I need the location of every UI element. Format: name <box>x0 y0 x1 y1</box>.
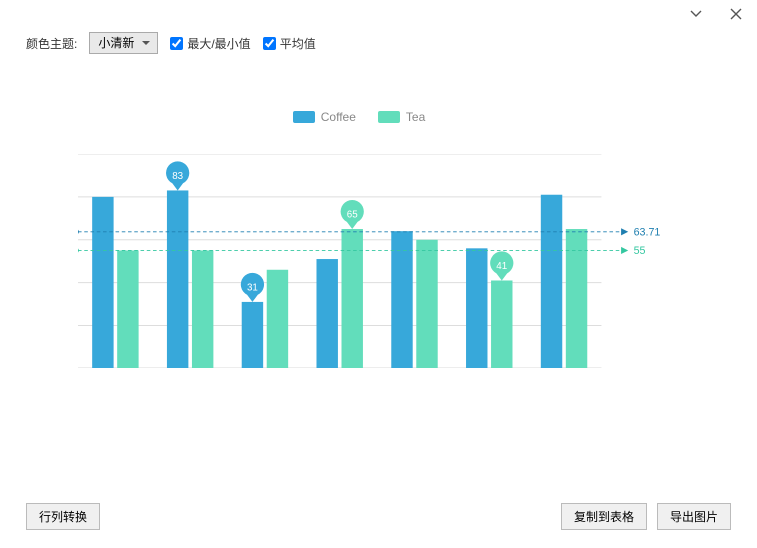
close-icon[interactable] <box>723 1 749 27</box>
chevron-down-icon[interactable] <box>683 1 709 27</box>
export-image-button[interactable]: 导出图片 <box>657 503 731 530</box>
chart-area: Coffee Tea 020406080100MonTueWedThuFriSa… <box>54 110 664 420</box>
theme-label: 颜色主题: <box>26 35 77 52</box>
svg-text:65: 65 <box>347 209 358 220</box>
svg-text:55: 55 <box>634 245 646 257</box>
svg-text:31: 31 <box>247 282 258 293</box>
avg-checkbox[interactable]: 平均值 <box>263 35 316 52</box>
svg-text:41: 41 <box>496 261 507 272</box>
theme-select[interactable]: 小清新 <box>89 32 158 54</box>
copy-to-table-button[interactable]: 复制到表格 <box>561 503 647 530</box>
svg-text:83: 83 <box>172 171 183 182</box>
legend: Coffee Tea <box>54 110 664 124</box>
swap-rows-cols-button[interactable]: 行列转换 <box>26 503 100 530</box>
legend-item-coffee[interactable]: Coffee <box>293 110 356 124</box>
chart-plot: 020406080100MonTueWedThuFriSatSun63.7155… <box>78 154 664 368</box>
legend-item-tea[interactable]: Tea <box>378 110 425 124</box>
maxmin-checkbox[interactable]: 最大/最小值 <box>170 35 250 52</box>
svg-text:63.71: 63.71 <box>634 226 661 238</box>
